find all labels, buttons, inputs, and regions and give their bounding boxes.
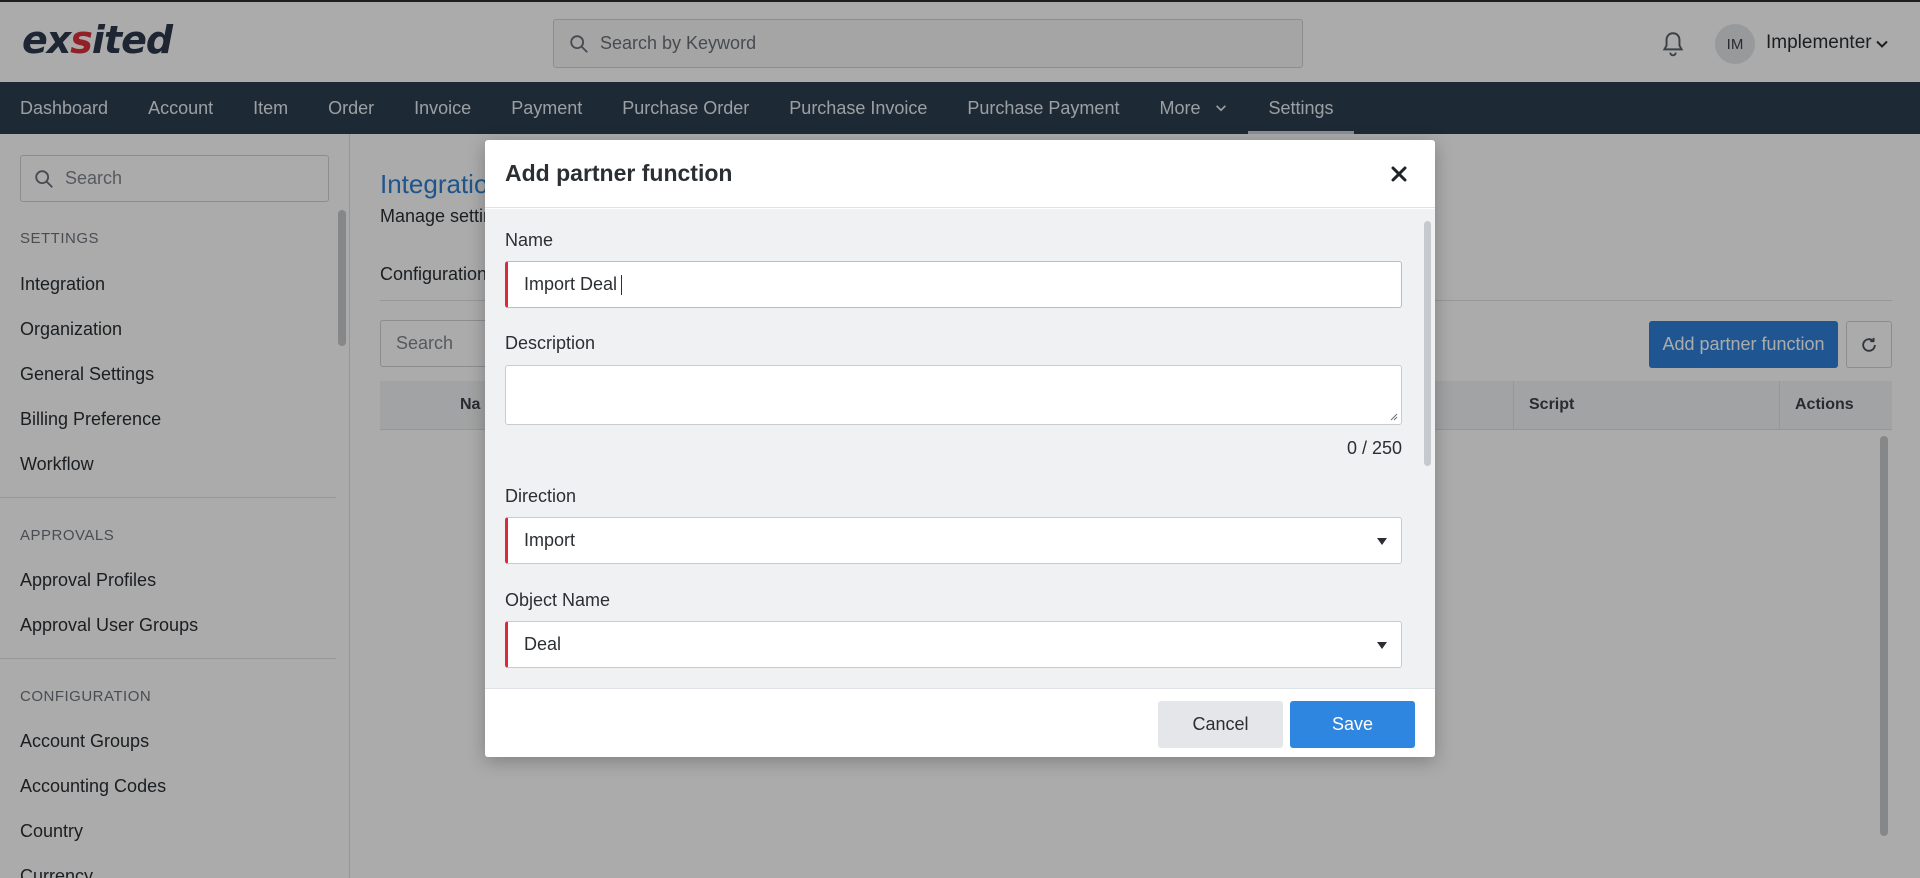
direction-value: Import [524,530,576,550]
save-button[interactable]: Save [1290,701,1415,748]
direction-select[interactable]: Import [505,517,1402,564]
description-char-counter: 0 / 250 [1346,438,1402,458]
name-label: Name [505,230,554,250]
object-name-value: Deal [524,634,562,654]
name-input[interactable]: Import Deal [505,261,1402,308]
add-partner-function-dialog: Add partner function Name Import Deal De… [485,140,1435,757]
text-caret [621,274,623,295]
close-icon[interactable] [1389,164,1409,184]
object-name-select[interactable]: Deal [505,621,1402,668]
name-value: Import Deal [524,274,618,294]
object-name-label: Object Name [505,590,611,610]
direction-label: Direction [505,486,577,506]
dialog-title: Add partner function [505,160,733,186]
dialog-header: Add partner function [485,140,1435,208]
cancel-button[interactable]: Cancel [1158,701,1283,748]
dialog-footer: Cancel Save [485,688,1435,757]
dropdown-arrow-icon [1377,538,1387,545]
description-textarea[interactable] [505,365,1402,425]
dropdown-arrow-icon [1377,642,1387,649]
dialog-scrollbar[interactable] [1424,221,1431,466]
description-label: Description [505,333,596,353]
dialog-body: Name Import Deal Description 0 / 250 Dir… [485,209,1435,688]
resize-grip-icon[interactable] [1389,412,1398,421]
